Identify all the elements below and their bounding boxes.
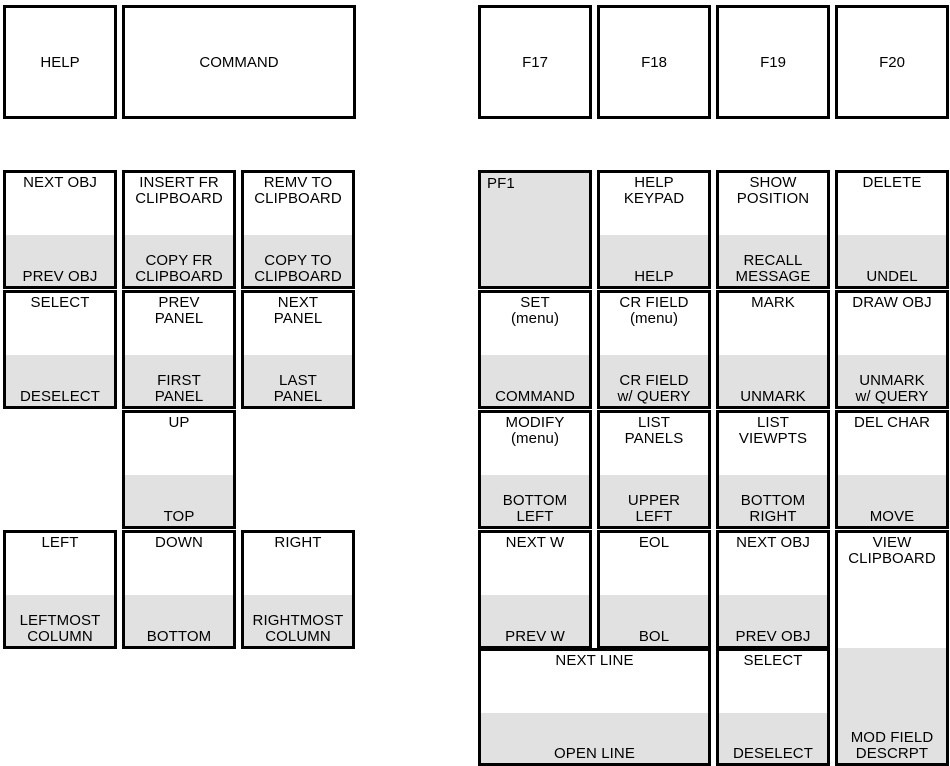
key-next-obj[interactable]: NEXT OBJ PREV OBJ (3, 170, 117, 289)
key-insert-fr-clipboard[interactable]: INSERT FR CLIPBOARD COPY FR CLIPBOARD (122, 170, 236, 289)
key-bottom-label: UNMARK (719, 355, 827, 406)
key-bottom-label: PREV OBJ (719, 595, 827, 646)
key-list-viewpts[interactable]: LIST VIEWPTS BOTTOM RIGHT (716, 410, 830, 529)
key-top-label: NEXT LINE (555, 652, 634, 669)
key-f18[interactable]: F18 (597, 5, 711, 119)
key-top-label: NEXT OBJ (23, 174, 97, 191)
key-bottom-label: PREV OBJ (6, 235, 114, 286)
key-bottom-label: UNMARK w/ QUERY (838, 355, 946, 406)
key-top-label: DEL CHAR (853, 414, 931, 431)
keypad-diagram: HELP COMMAND F17 F18 F19 F20 NEXT OBJ PR… (0, 0, 950, 766)
key-bottom-label: UNDEL (838, 235, 946, 286)
key-top-label: NEXT W (505, 534, 565, 551)
key-bottom-label: UPPER LEFT (600, 475, 708, 526)
key-top-label: NEXT PANEL (273, 294, 323, 328)
key-up[interactable]: UP TOP (122, 410, 236, 529)
key-label: HELP (40, 53, 80, 71)
key-label: F17 (522, 53, 548, 71)
key-show-position[interactable]: SHOW POSITION RECALL MESSAGE (716, 170, 830, 289)
key-pf1[interactable]: PF1 (478, 170, 592, 289)
key-bottom-label: RIGHTMOST COLUMN (244, 595, 352, 646)
key-bottom-label: DESELECT (719, 712, 827, 763)
key-next-w[interactable]: NEXT W PREV W (478, 530, 592, 649)
key-command[interactable]: COMMAND (122, 5, 356, 119)
key-top-label: CR FIELD (menu) (619, 294, 689, 328)
key-f17[interactable]: F17 (478, 5, 592, 119)
key-down[interactable]: DOWN BOTTOM (122, 530, 236, 649)
key-bottom-label: BOTTOM RIGHT (719, 475, 827, 526)
key-mark[interactable]: MARK UNMARK (716, 290, 830, 409)
key-help[interactable]: HELP (3, 5, 117, 119)
key-bottom-label: COMMAND (481, 355, 589, 406)
key-eol[interactable]: EOL BOL (597, 530, 711, 649)
key-bottom-label: HELP (600, 235, 708, 286)
key-top-label: REMV TO CLIPBOARD (254, 174, 342, 208)
key-delete[interactable]: DELETE UNDEL (835, 170, 949, 289)
key-top-label: SET (menu) (510, 294, 560, 328)
key-top-label: SELECT (743, 652, 803, 669)
key-modify-menu[interactable]: MODIFY (menu) BOTTOM LEFT (478, 410, 592, 529)
key-set-menu[interactable]: SET (menu) COMMAND (478, 290, 592, 409)
key-draw-obj[interactable]: DRAW OBJ UNMARK w/ QUERY (835, 290, 949, 409)
key-bottom-label: MOD FIELD DESCRPT (838, 648, 946, 763)
key-top-label: INSERT FR CLIPBOARD (135, 174, 223, 208)
key-bottom-label: BOTTOM LEFT (481, 475, 589, 526)
key-top-label: RIGHT (274, 534, 322, 551)
key-bottom-label: COPY TO CLIPBOARD (244, 235, 352, 286)
key-top-label: VIEW CLIPBOARD (848, 534, 936, 568)
key-top-label: MODIFY (menu) (505, 414, 565, 448)
key-label: F18 (641, 53, 667, 71)
key-next-obj[interactable]: NEXT OBJ PREV OBJ (716, 530, 830, 649)
key-bottom-label: BOTTOM (125, 595, 233, 646)
key-f20[interactable]: F20 (835, 5, 949, 119)
key-label: COMMAND (199, 53, 279, 71)
key-top-label: EOL (638, 534, 670, 551)
key-bottom-label: TOP (125, 475, 233, 526)
key-bottom-label: MOVE (838, 475, 946, 526)
key-label: F20 (879, 53, 905, 71)
key-top-label: SHOW POSITION (736, 174, 810, 208)
key-remv-to-clipboard[interactable]: REMV TO CLIPBOARD COPY TO CLIPBOARD (241, 170, 355, 289)
key-cr-field-menu[interactable]: CR FIELD (menu) CR FIELD w/ QUERY (597, 290, 711, 409)
key-view-clipboard[interactable]: VIEW CLIPBOARD MOD FIELD DESCRPT (835, 530, 949, 766)
key-bottom-label: LAST PANEL (244, 355, 352, 406)
key-next-line[interactable]: NEXT LINE OPEN LINE (478, 648, 711, 766)
key-top-label: PREV PANEL (154, 294, 204, 328)
key-top-label: NEXT OBJ (736, 534, 810, 551)
key-prev-panel[interactable]: PREV PANEL FIRST PANEL (122, 290, 236, 409)
key-list-panels[interactable]: LIST PANELS UPPER LEFT (597, 410, 711, 529)
key-top-label: SELECT (30, 294, 90, 311)
key-bottom-label: OPEN LINE (481, 712, 708, 763)
key-bottom-label: CR FIELD w/ QUERY (600, 355, 708, 406)
key-top-label: MARK (751, 294, 795, 311)
key-top-label: LEFT (41, 534, 79, 551)
key-select[interactable]: SELECT DESELECT (3, 290, 117, 409)
key-top-label: HELP KEYPAD (623, 174, 685, 208)
key-label: F19 (760, 53, 786, 71)
key-bottom-label: DESELECT (6, 355, 114, 406)
key-right[interactable]: RIGHT RIGHTMOST COLUMN (241, 530, 355, 649)
key-bottom-label: RECALL MESSAGE (719, 235, 827, 286)
key-top-label: UP (168, 414, 190, 431)
key-bottom-label: FIRST PANEL (125, 355, 233, 406)
key-bottom-label: BOL (600, 595, 708, 646)
key-help-keypad[interactable]: HELP KEYPAD HELP (597, 170, 711, 289)
key-top-label: DOWN (155, 534, 203, 551)
key-top-label: LIST VIEWPTS (738, 414, 808, 448)
key-bottom-label: PREV W (481, 595, 589, 646)
key-top-label: DRAW OBJ (852, 294, 932, 311)
key-f19[interactable]: F19 (716, 5, 830, 119)
key-bottom-label: LEFTMOST COLUMN (6, 595, 114, 646)
key-top-label: LIST PANELS (624, 414, 684, 448)
key-next-panel[interactable]: NEXT PANEL LAST PANEL (241, 290, 355, 409)
key-top-label: PF1 (487, 175, 515, 192)
key-bottom-label: COPY FR CLIPBOARD (125, 235, 233, 286)
key-top-label: DELETE (862, 174, 922, 191)
key-del-char[interactable]: DEL CHAR MOVE (835, 410, 949, 529)
key-left[interactable]: LEFT LEFTMOST COLUMN (3, 530, 117, 649)
key-select[interactable]: SELECT DESELECT (716, 648, 830, 766)
